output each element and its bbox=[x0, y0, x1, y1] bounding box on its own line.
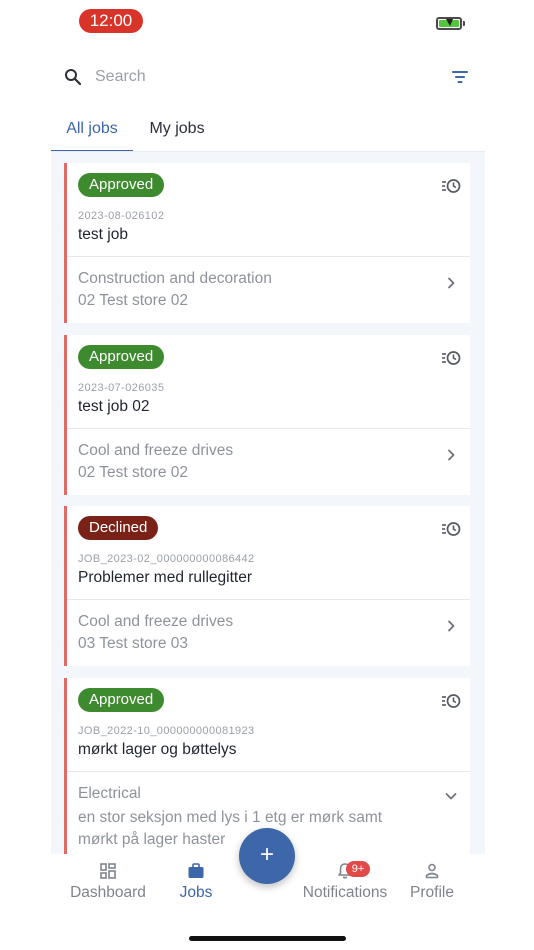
job-id: 2023-08-026102 bbox=[78, 210, 165, 222]
nav-dashboard-label: Dashboard bbox=[70, 884, 146, 901]
job-card-header: Declined JOB_2023-02_000000000086442 Pro… bbox=[67, 506, 470, 600]
job-title: test job bbox=[78, 226, 128, 243]
job-title: test job 02 bbox=[78, 398, 150, 415]
job-id: JOB_2022-10_000000000081923 bbox=[78, 725, 255, 737]
job-card[interactable]: Declined JOB_2023-02_000000000086442 Pro… bbox=[64, 506, 470, 666]
filter-icon[interactable] bbox=[452, 70, 468, 84]
person-icon bbox=[425, 863, 439, 879]
job-card[interactable]: Approved 2023-07-026035 test job 02 Cool… bbox=[64, 335, 470, 495]
nav-jobs[interactable]: Jobs bbox=[173, 854, 219, 910]
job-category: Cool and freeze drives bbox=[78, 442, 234, 459]
add-job-button[interactable]: + bbox=[239, 828, 295, 884]
job-category: Electrical bbox=[78, 785, 141, 802]
nav-notifications[interactable]: Notifications bbox=[297, 854, 393, 910]
history-icon[interactable] bbox=[441, 520, 461, 538]
chevron-down-icon[interactable] bbox=[445, 790, 457, 802]
battery-tip bbox=[463, 21, 465, 26]
job-title: mørkt lager og bøttelys bbox=[78, 741, 237, 758]
job-card-details[interactable]: Cool and freeze drives 03 Test store 03 bbox=[67, 600, 470, 666]
job-card-header: Approved 2023-07-026035 test job 02 bbox=[67, 335, 470, 429]
job-id: JOB_2023-02_000000000086442 bbox=[78, 553, 255, 565]
app-screen: 12:00 All jobs My jobs Approved bbox=[0, 0, 534, 950]
notifications-count-badge: 9+ bbox=[346, 861, 370, 877]
status-badge: Declined bbox=[78, 516, 159, 540]
job-card-details[interactable]: Construction and decoration 02 Test stor… bbox=[67, 257, 470, 323]
search-icon bbox=[65, 69, 82, 86]
job-title: Problemer med rullegitter bbox=[78, 569, 253, 586]
status-badge: Approved bbox=[78, 173, 165, 197]
job-tabs: All jobs My jobs bbox=[51, 112, 485, 152]
job-id: 2023-07-026035 bbox=[78, 382, 165, 394]
job-store: 02 Test store 02 bbox=[78, 464, 189, 481]
job-category: Construction and decoration bbox=[78, 270, 272, 287]
dashboard-icon bbox=[100, 863, 116, 879]
job-card-details[interactable]: Cool and freeze drives 02 Test store 02 bbox=[67, 429, 470, 495]
job-store: 03 Test store 03 bbox=[78, 635, 189, 652]
history-icon[interactable] bbox=[441, 692, 461, 710]
job-card[interactable]: Approved 2023-08-026102 test job Constru… bbox=[64, 163, 470, 323]
job-category: Cool and freeze drives bbox=[78, 613, 234, 630]
status-badge: Approved bbox=[78, 688, 165, 712]
search-input[interactable] bbox=[95, 66, 415, 88]
nav-profile[interactable]: Profile bbox=[407, 854, 457, 910]
job-card-header: Approved JOB_2022-10_000000000081923 mør… bbox=[67, 678, 470, 772]
tab-my-jobs[interactable]: My jobs bbox=[141, 112, 213, 152]
nav-jobs-label: Jobs bbox=[179, 884, 213, 901]
nav-notifications-label: Notifications bbox=[302, 884, 388, 901]
tab-all-jobs[interactable]: All jobs bbox=[51, 112, 133, 152]
briefcase-icon bbox=[188, 863, 204, 878]
chevron-right-icon[interactable] bbox=[445, 277, 457, 289]
chevron-right-icon[interactable] bbox=[445, 620, 457, 632]
job-card-header: Approved 2023-08-026102 test job bbox=[67, 163, 470, 257]
nav-dashboard[interactable]: Dashboard bbox=[65, 854, 151, 910]
history-icon[interactable] bbox=[441, 177, 461, 195]
history-icon[interactable] bbox=[441, 349, 461, 367]
nav-profile-label: Profile bbox=[410, 884, 454, 901]
status-badge: Approved bbox=[78, 345, 165, 369]
job-store: 02 Test store 02 bbox=[78, 292, 189, 309]
status-time: 12:00 bbox=[79, 9, 143, 33]
battery-icon bbox=[436, 17, 462, 30]
chevron-right-icon[interactable] bbox=[445, 449, 457, 461]
job-list[interactable]: Approved 2023-08-026102 test job Constru… bbox=[51, 152, 485, 854]
home-indicator bbox=[189, 936, 346, 941]
